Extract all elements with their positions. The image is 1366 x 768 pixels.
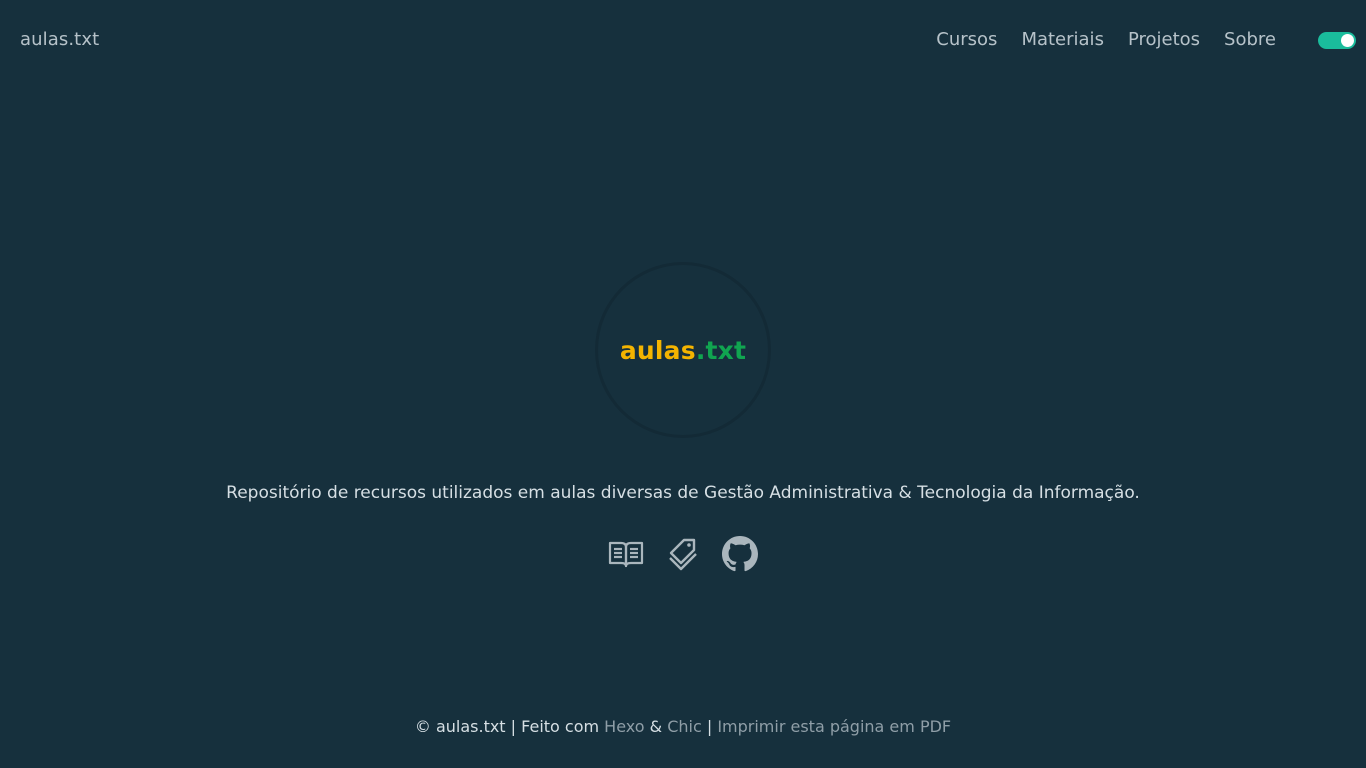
footer-ampersand: & [644,717,668,736]
footer-hexo-link[interactable]: Hexo [604,717,644,736]
avatar: aulas.txt [598,265,768,435]
avatar-logo: aulas.txt [620,336,746,365]
theme-toggle-knob [1341,34,1354,47]
footer-chic-link[interactable]: Chic [667,717,702,736]
nav-item-materiais[interactable]: Materiais [1021,29,1104,50]
nav-item-cursos[interactable]: Cursos [936,29,997,50]
github-icon[interactable] [722,535,759,572]
logo-text-aulas: aulas [619,335,696,365]
footer-print-pdf-link[interactable]: Imprimir esta página em PDF [717,717,951,736]
page: aulas.txt Cursos Materiais Projetos Sobr… [0,0,1366,768]
tags-icon[interactable] [665,535,702,572]
nav-item-sobre[interactable]: Sobre [1224,29,1276,50]
footer-separator: | [505,717,522,736]
theme-toggle[interactable] [1318,32,1356,49]
main-nav: Cursos Materiais Projetos Sobre [912,29,1276,50]
site-title-link[interactable]: aulas.txt [20,29,99,50]
footer-made-with: Feito com [521,717,605,736]
book-open-icon[interactable] [608,535,645,572]
logo-text-txt: .txt [695,335,747,365]
footer-copyright: © aulas.txt [414,717,506,736]
footer: © aulas.txt | Feito com Hexo & Chic | Im… [0,717,1366,736]
header: aulas.txt Cursos Materiais Projetos Sobr… [0,0,1366,80]
nav-item-projetos[interactable]: Projetos [1128,29,1200,50]
social-links [0,535,1366,572]
footer-separator: | [701,717,718,736]
site-description: Repositório de recursos utilizados em au… [226,483,1140,503]
